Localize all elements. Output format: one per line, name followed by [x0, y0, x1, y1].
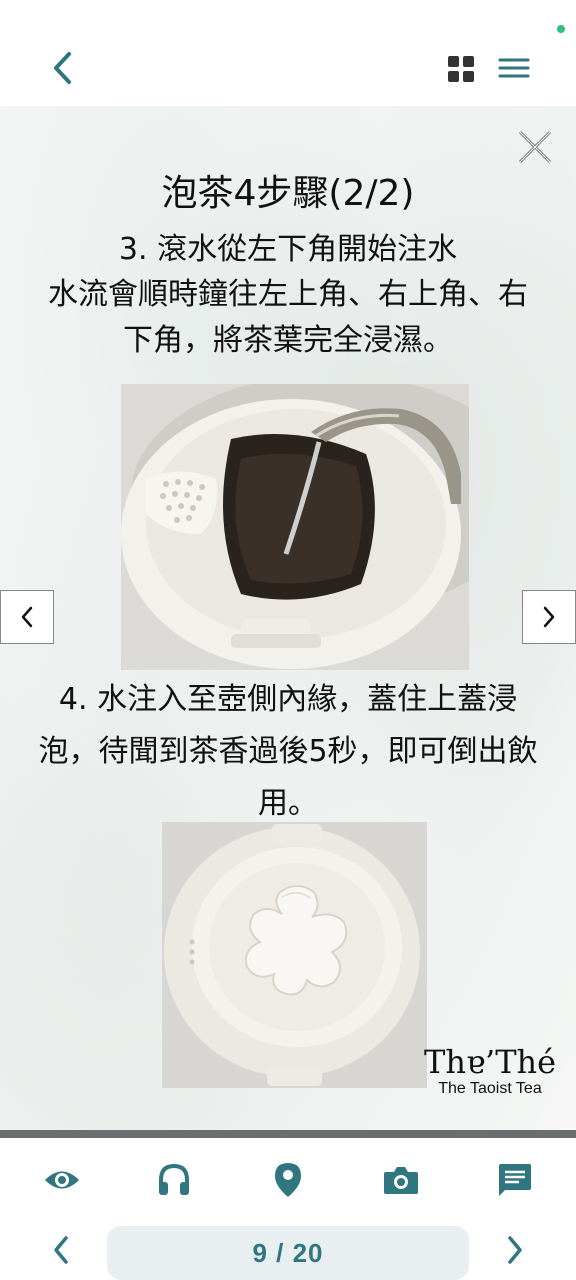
top-app-bar [0, 0, 576, 106]
bottom-toolbar: 9 / 20 [0, 1138, 576, 1280]
brand-logo: Thɐ’Thé The Taoist Tea [424, 1044, 556, 1108]
next-page-button[interactable] [498, 1230, 532, 1270]
slide-title: 泡茶4步驟(2/2) [161, 173, 415, 214]
teapot-pouring-photo [121, 384, 469, 670]
view-button[interactable] [42, 1160, 82, 1200]
step3-body: 水流會順時鐘往左上角、右上角、右下角，將茶葉完全浸濕。 [48, 277, 528, 358]
back-button[interactable] [44, 48, 80, 88]
slide-content: 泡茶4步驟(2/2) 3. 滾水從左下角開始注水 水流會順時鐘往左上角、右上角、… [0, 106, 576, 1130]
page-counter: 9 / 20 [252, 1237, 324, 1268]
logo-mark: Thɐ’Thé [424, 1043, 557, 1081]
location-button[interactable] [268, 1160, 308, 1200]
step4-body: 4. 水注入至壺側內緣，蓋住上蓋浸泡，待聞到茶香過後5秒，即可倒出飲用。 [38, 682, 538, 821]
chevron-right-icon [508, 1236, 522, 1264]
covered-teapot-photo [162, 822, 427, 1088]
logo-subtitle: The Taoist Tea [438, 1080, 542, 1097]
grid-view-icon [448, 56, 474, 82]
toolbar-divider [0, 1130, 576, 1138]
notes-button[interactable] [494, 1160, 534, 1200]
next-slide-button[interactable] [522, 590, 576, 644]
chevron-right-icon [543, 606, 555, 628]
chat-note-icon [499, 1164, 531, 1196]
previous-page-button[interactable] [44, 1230, 78, 1270]
camera-button[interactable] [381, 1160, 421, 1200]
camera-icon [384, 1167, 418, 1194]
menu-button[interactable] [496, 52, 532, 84]
page-indicator[interactable]: 9 / 20 [107, 1226, 469, 1280]
close-button[interactable] [516, 128, 554, 166]
step3-heading: 3. 滾水從左下角開始注水 [118, 232, 458, 267]
chevron-left-icon [54, 52, 71, 84]
chevron-left-icon [21, 606, 33, 628]
hamburger-menu-icon [498, 58, 530, 78]
audio-button[interactable] [154, 1160, 194, 1200]
headphones-icon [159, 1163, 189, 1195]
status-indicator [557, 25, 565, 33]
location-pin-icon [275, 1163, 301, 1197]
chevron-left-icon [54, 1236, 68, 1264]
eye-icon [45, 1171, 79, 1189]
previous-slide-button[interactable] [0, 590, 54, 644]
grid-view-button[interactable] [446, 54, 476, 84]
close-icon [518, 130, 552, 164]
